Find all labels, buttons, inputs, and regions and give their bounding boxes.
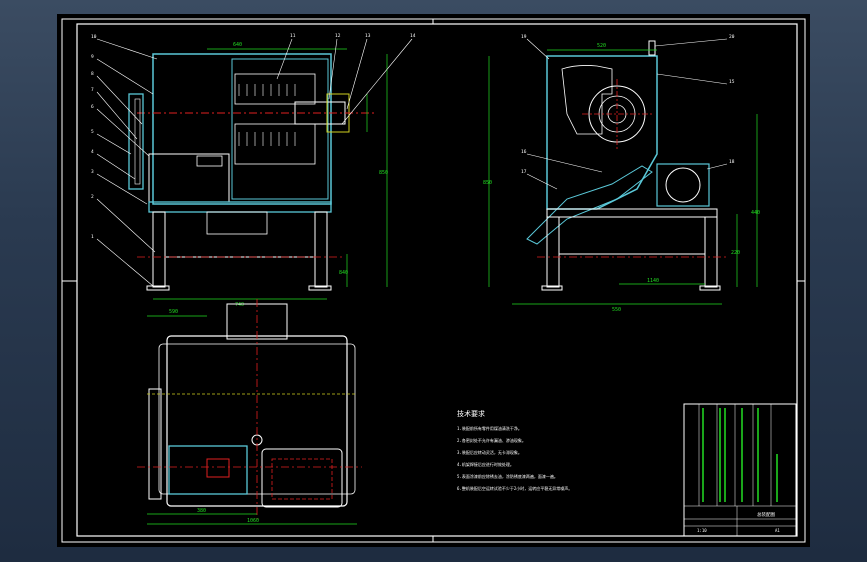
callout-1: 1	[91, 234, 94, 240]
callout-13: 13	[365, 33, 371, 39]
notes-lines: 1.装配前所有零件用煤油清洗干净。 2.各密封处不允许有漏油、渗油现象。 3.装…	[457, 425, 572, 491]
plan-outlet	[261, 448, 343, 508]
callout-6: 6	[91, 104, 94, 110]
note-line: 3.装配后应转动灵活，无卡滞现象。	[457, 449, 522, 455]
sheet-inner-border	[76, 23, 798, 537]
note-line: 1.装配前所有零件用煤油清洗干净。	[457, 425, 522, 431]
callout-12: 12	[335, 33, 341, 39]
plan-bottom-dim-2: 1060	[247, 518, 259, 524]
side-base	[546, 208, 718, 218]
side-inner-chamber	[561, 65, 613, 135]
drawing-canvas: 640 850 840 740 10 9 8 7 6 5 4 3 2 1 11 …	[61, 18, 806, 543]
title-block: 总装配图 1:10 A1	[683, 403, 797, 537]
front-leg-dim: 840	[339, 270, 348, 276]
front-leg-left	[152, 211, 166, 288]
callout-15: 15	[729, 79, 735, 85]
callout-7: 7	[91, 87, 94, 93]
notes-title: 技术要求	[457, 409, 485, 418]
front-outlet	[206, 211, 268, 235]
plan-top-dim: 590	[169, 309, 178, 315]
side-top-dim: 520	[597, 43, 606, 49]
note-line: 2.各密封处不允许有漏油、渗油现象。	[457, 437, 526, 443]
plan-view: 590 380 1060	[137, 299, 362, 525]
front-housing	[152, 53, 332, 205]
side-height-dim: 850	[483, 180, 492, 186]
drawing-sheet: 640 850 840 740 10 9 8 7 6 5 4 3 2 1 11 …	[57, 14, 810, 547]
front-chamber	[231, 58, 329, 200]
front-motor	[148, 153, 230, 203]
front-top-dim: 640	[233, 42, 242, 48]
front-motor-box	[196, 155, 223, 167]
callout-4: 4	[91, 149, 94, 155]
title-block-number: A1	[775, 528, 780, 533]
note-line: 4.机架焊接后应进行时效处理。	[457, 461, 514, 467]
title-block-grid	[684, 404, 796, 536]
callout-14: 14	[410, 33, 416, 39]
technical-notes: 技术要求 1.装配前所有零件用煤油清洗干净。 2.各密封处不允许有漏油、渗油现象…	[457, 409, 572, 491]
front-leaders	[96, 38, 413, 287]
side-leg-right	[704, 216, 718, 288]
front-belt	[134, 98, 141, 185]
callout-16: 16	[521, 149, 527, 155]
front-height-dim: 850	[379, 170, 388, 176]
title-block-name: 总装配图	[757, 511, 775, 518]
callout-5: 5	[91, 129, 94, 135]
note-line: 5.表面涂漆前应除锈去油，涂防锈底漆两遍，面漆一遍。	[457, 473, 558, 479]
side-view: 520 850 440 220 1140 550 19 20 15 16 17 …	[483, 34, 760, 313]
callout-9: 9	[91, 54, 94, 60]
side-rotor-mid	[598, 95, 636, 133]
side-leg-dim: 220	[731, 250, 740, 256]
plan-bottom-dim-1: 380	[197, 508, 206, 514]
callout-3: 3	[91, 169, 94, 175]
side-handle	[648, 40, 656, 56]
cad-viewport[interactable]: 640 850 840 740 10 9 8 7 6 5 4 3 2 1 11 …	[0, 0, 867, 562]
side-base-dim: 550	[612, 307, 621, 313]
callout-17: 17	[521, 169, 527, 175]
side-span-dim: 1140	[647, 278, 659, 284]
front-teeth	[238, 84, 296, 146]
plan-motor	[168, 445, 248, 495]
sheet-outer-border	[61, 18, 806, 543]
side-motor-dim: 440	[751, 210, 760, 216]
note-line: 6.整机装配后空运转试验不少于2小时，运转应平稳无异常噪声。	[457, 485, 572, 491]
side-callouts: 19 20 15 16 17 18	[521, 34, 735, 175]
plan-dimensions	[147, 315, 357, 525]
callout-18: 18	[729, 159, 735, 165]
front-belt-guard	[128, 93, 144, 190]
side-motor-circle	[665, 167, 701, 203]
front-width-dim: 740	[235, 302, 244, 308]
front-view: 640 850 840 740 10 9 8 7 6 5 4 3 2 1 11 …	[91, 33, 416, 308]
plan-outlet-opening	[271, 458, 333, 500]
side-motor	[656, 163, 710, 207]
title-block-frame	[683, 403, 797, 537]
callout-8: 8	[91, 71, 94, 77]
callout-2: 2	[91, 194, 94, 200]
plan-motor-box	[206, 458, 230, 478]
callout-20: 20	[729, 34, 735, 40]
front-dimensions	[153, 48, 388, 300]
side-hopper	[526, 165, 653, 245]
callout-10: 10	[91, 34, 97, 40]
front-leg-right	[314, 211, 328, 288]
title-block-scale: 1:10	[697, 528, 707, 533]
callout-19: 19	[521, 34, 527, 40]
callout-11: 11	[290, 33, 296, 39]
title-block-entries	[702, 408, 778, 502]
